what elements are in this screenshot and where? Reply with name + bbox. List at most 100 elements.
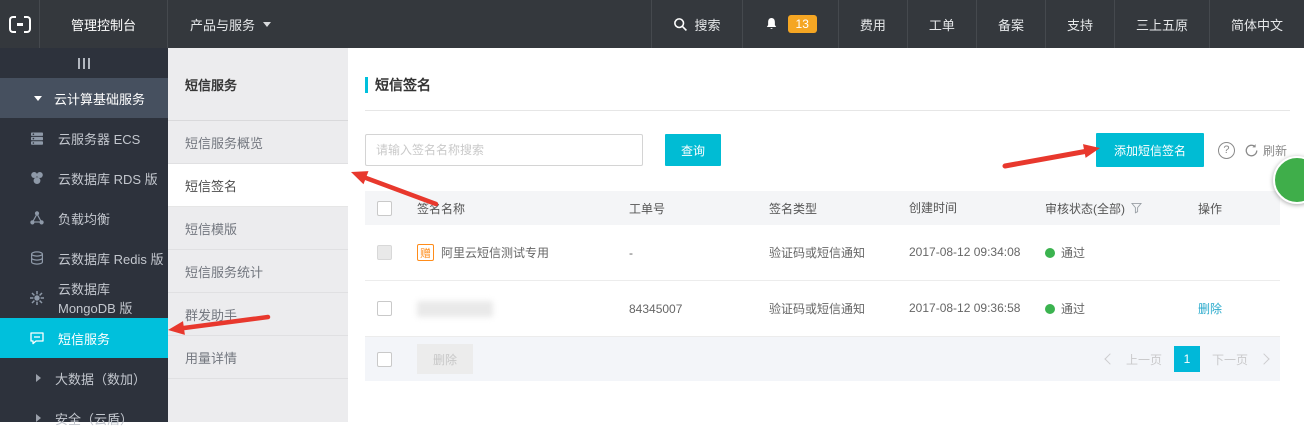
topbar: 管理控制台 产品与服务 搜索 13 费用 工单 备案 支持 三上五原 简体中文 — [0, 0, 1304, 48]
sidebar-item-mongodb[interactable]: 云数据库 MongoDB 版 — [0, 278, 168, 318]
submenu-item-usage[interactable]: 用量详情 — [168, 336, 348, 379]
sidebar-group-label: 云计算基础服务 — [54, 89, 145, 108]
bell-icon — [764, 16, 779, 32]
created-time: 2017-08-12 09:34:08 — [897, 243, 1033, 262]
order-number: - — [617, 246, 757, 260]
table-header-row: 签名名称 工单号 签名类型 创建时间 审核状态(全部) 操作 — [365, 191, 1280, 225]
signature-name: 阿里云短信测试专用 — [441, 244, 549, 261]
table-row: 84345007 验证码或短信通知 2017-08-12 09:36:58 通过… — [365, 281, 1280, 337]
sidebar-item-label: 云数据库 RDS 版 — [58, 169, 158, 188]
coin-stack-icon — [28, 250, 45, 267]
sidebar-item-label: 负载均衡 — [58, 209, 110, 228]
topbar-item-billing[interactable]: 费用 — [838, 0, 907, 48]
main-content: 短信签名 查询 添加短信签名 ? 刷新 签名名称 工单号 签名类型 创建时间 — [348, 48, 1304, 422]
refresh-button[interactable]: 刷新 — [1244, 142, 1287, 159]
sidebar-item-redis[interactable]: 云数据库 Redis 版 — [0, 238, 168, 278]
col-header-created: 创建时间 — [897, 199, 1033, 218]
col-header-action: 操作 — [1186, 200, 1280, 217]
aliyun-logo-icon — [9, 16, 31, 33]
submenu-title: 短信服务 — [168, 48, 348, 121]
sidebar-item-security[interactable]: 安全（云盾） — [0, 398, 168, 438]
refresh-label: 刷新 — [1263, 142, 1287, 159]
search-icon — [673, 17, 688, 32]
title-divider — [365, 110, 1290, 111]
submenu-item-overview[interactable]: 短信服务概览 — [168, 121, 348, 164]
sidebar-item-label: 安全（云盾） — [55, 409, 133, 428]
server-icon — [28, 130, 45, 147]
topbar-item-username[interactable]: 三上五原 — [1114, 0, 1209, 48]
footer-select-checkbox[interactable] — [377, 352, 392, 367]
refresh-icon — [1244, 143, 1259, 158]
col-header-name: 签名名称 — [405, 200, 617, 217]
signature-type: 验证码或短信通知 — [757, 244, 897, 261]
submenu-item-templates[interactable]: 短信模版 — [168, 207, 348, 250]
chevron-down-icon — [263, 22, 271, 27]
sidebar-item-label: 云数据库 Redis 版 — [58, 249, 163, 268]
submenu-item-statistics[interactable]: 短信服务统计 — [168, 250, 348, 293]
col-header-order: 工单号 — [617, 200, 757, 217]
status-label: 通过 — [1061, 244, 1085, 261]
col-header-status: 审核状态(全部) — [1033, 200, 1186, 217]
next-page-icon[interactable] — [1258, 353, 1269, 364]
sidebar-item-label: 短信服务 — [58, 329, 110, 348]
topbar-products-label: 产品与服务 — [190, 15, 255, 34]
help-icon[interactable]: ? — [1218, 142, 1235, 159]
row-checkbox[interactable] — [377, 301, 392, 316]
filter-icon[interactable] — [1131, 202, 1142, 214]
prev-page-icon[interactable] — [1104, 353, 1115, 364]
prev-page-button[interactable]: 上一页 — [1126, 351, 1162, 368]
table-row: 赠 阿里云短信测试专用 - 验证码或短信通知 2017-08-12 09:34:… — [365, 225, 1280, 281]
row-checkbox[interactable] — [377, 245, 392, 260]
gear-icon — [28, 290, 45, 307]
title-accent-bar — [365, 77, 368, 93]
created-time: 2017-08-12 09:36:58 — [897, 299, 1033, 318]
secondary-sidebar: 短信服务 短信服务概览 短信签名 短信模版 短信服务统计 群发助手 用量详情 — [168, 48, 348, 422]
topbar-search[interactable]: 搜索 — [651, 0, 742, 48]
page-title: 短信签名 — [375, 75, 431, 95]
primary-sidebar: 云计算基础服务 云服务器 ECS 云数据库 RDS 版 负载均衡 云数据库 Re… — [0, 48, 168, 422]
aliyun-logo[interactable] — [0, 0, 40, 48]
submenu-item-bulk-assistant[interactable]: 群发助手 — [168, 293, 348, 336]
chat-bubble-icon — [28, 330, 45, 347]
redacted-signature-name — [417, 301, 493, 317]
chevron-right-icon — [36, 414, 41, 422]
gift-badge: 赠 — [417, 244, 434, 261]
add-signature-button[interactable]: 添加短信签名 — [1096, 133, 1204, 167]
topbar-item-support[interactable]: 支持 — [1045, 0, 1114, 48]
chevron-down-icon — [34, 96, 42, 101]
order-number: 84345007 — [617, 302, 757, 316]
sidebar-item-slb[interactable]: 负载均衡 — [0, 198, 168, 238]
topbar-console-link[interactable]: 管理控制台 — [40, 0, 168, 48]
status-header-label: 审核状态(全部) — [1045, 200, 1125, 217]
current-page-button[interactable]: 1 — [1174, 346, 1200, 372]
signature-search-input[interactable] — [365, 134, 643, 166]
status-dot — [1045, 304, 1055, 314]
next-page-button[interactable]: 下一页 — [1212, 351, 1248, 368]
topbar-item-language[interactable]: 简体中文 — [1209, 0, 1304, 48]
collapse-sidebar-icon[interactable] — [0, 48, 168, 78]
load-balancer-icon — [28, 210, 45, 227]
sidebar-item-label: 云数据库 MongoDB 版 — [58, 279, 168, 317]
sidebar-item-ecs[interactable]: 云服务器 ECS — [0, 118, 168, 158]
topbar-spacer — [293, 0, 651, 48]
topbar-search-label: 搜索 — [695, 15, 721, 34]
topbar-notifications[interactable]: 13 — [742, 0, 838, 48]
signature-table: 签名名称 工单号 签名类型 创建时间 审核状态(全部) 操作 赠 阿里云短信测试… — [365, 191, 1280, 381]
submenu-item-signatures[interactable]: 短信签名 — [168, 164, 348, 207]
notification-count-badge: 13 — [788, 15, 817, 33]
sidebar-group-cloud-basics[interactable]: 云计算基础服务 — [0, 78, 168, 118]
sidebar-item-bigdata[interactable]: 大数据（数加） — [0, 358, 168, 398]
col-header-type: 签名类型 — [757, 200, 897, 217]
topbar-item-tickets[interactable]: 工单 — [907, 0, 976, 48]
bulk-delete-button[interactable]: 删除 — [417, 344, 473, 374]
sidebar-item-sms[interactable]: 短信服务 — [0, 318, 168, 358]
delete-link[interactable]: 删除 — [1198, 302, 1222, 316]
pagination: 上一页 1 下一页 — [1106, 346, 1268, 372]
topbar-products-menu[interactable]: 产品与服务 — [168, 0, 293, 48]
signature-type: 验证码或短信通知 — [757, 300, 897, 317]
sidebar-item-rds[interactable]: 云数据库 RDS 版 — [0, 158, 168, 198]
chevron-right-icon — [36, 374, 41, 382]
query-button[interactable]: 查询 — [665, 134, 721, 166]
select-all-checkbox[interactable] — [377, 201, 392, 216]
topbar-item-icp[interactable]: 备案 — [976, 0, 1045, 48]
